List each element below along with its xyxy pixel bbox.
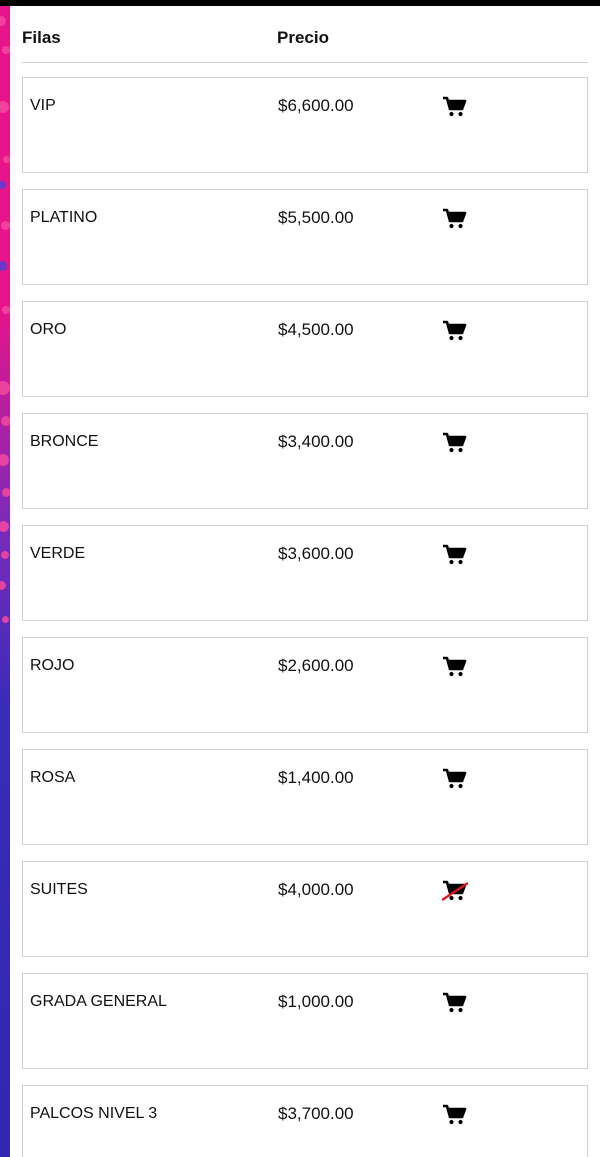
cart-icon[interactable] [442,768,468,790]
row-name: BRONCE [30,433,99,450]
table-row: PLATINO $5,500.00 [22,189,588,285]
row-name: SUITES [30,881,88,898]
table-row: VIP $6,600.00 [22,77,588,173]
row-name: VERDE [30,545,86,562]
page: Filas Precio VIP $6,600.00 PLATINO $5,500.0… [0,0,600,1157]
row-price: $3,700.00 [278,1104,354,1123]
cart-icon[interactable] [442,320,468,342]
table-header: Filas Precio [22,28,588,63]
row-price: $5,500.00 [278,208,354,227]
header-rows: Filas [22,28,61,47]
cart-icon[interactable] [442,656,468,678]
table-row: VERDE $3,600.00 [22,525,588,621]
table-row: BRONCE $3,400.00 [22,413,588,509]
row-price: $1,400.00 [278,768,354,787]
row-price: $4,500.00 [278,320,354,339]
header-price: Precio [277,28,329,47]
row-name: PALCOS NIVEL 3 [30,1105,158,1122]
table-row: PALCOS NIVEL 3 $3,700.00 [22,1085,588,1157]
row-price: $2,600.00 [278,656,354,675]
table-row: ORO $4,500.00 [22,301,588,397]
row-name: PLATINO [30,209,98,226]
row-name: ROJO [30,657,75,674]
row-name: VIP [30,97,56,114]
table-row: GRADA GENERAL $1,000.00 [22,973,588,1069]
row-price: $6,600.00 [278,96,354,115]
cart-unavailable-icon [441,880,469,902]
table-row: SUITES $4,000.00 [22,861,588,957]
row-price: $3,400.00 [278,432,354,451]
row-price: $1,000.00 [278,992,354,1011]
table-row: ROSA $1,400.00 [22,749,588,845]
row-name: ROSA [30,769,76,786]
cart-icon[interactable] [442,992,468,1014]
row-price: $3,600.00 [278,544,354,563]
cart-icon[interactable] [442,432,468,454]
cart-icon[interactable] [442,96,468,118]
cart-icon[interactable] [442,1104,468,1126]
ticket-rows-list: VIP $6,600.00 PLATINO $5,500.00 ORO $4,500.00… [22,77,588,1157]
top-bar [0,0,600,6]
cart-icon[interactable] [442,208,468,230]
row-name: ORO [30,321,67,338]
cart-icon[interactable] [442,544,468,566]
table-row: ROJO $2,600.00 [22,637,588,733]
row-name: GRADA GENERAL [30,993,167,1010]
decorative-side-strip [0,6,10,1157]
row-price: $4,000.00 [278,880,354,899]
